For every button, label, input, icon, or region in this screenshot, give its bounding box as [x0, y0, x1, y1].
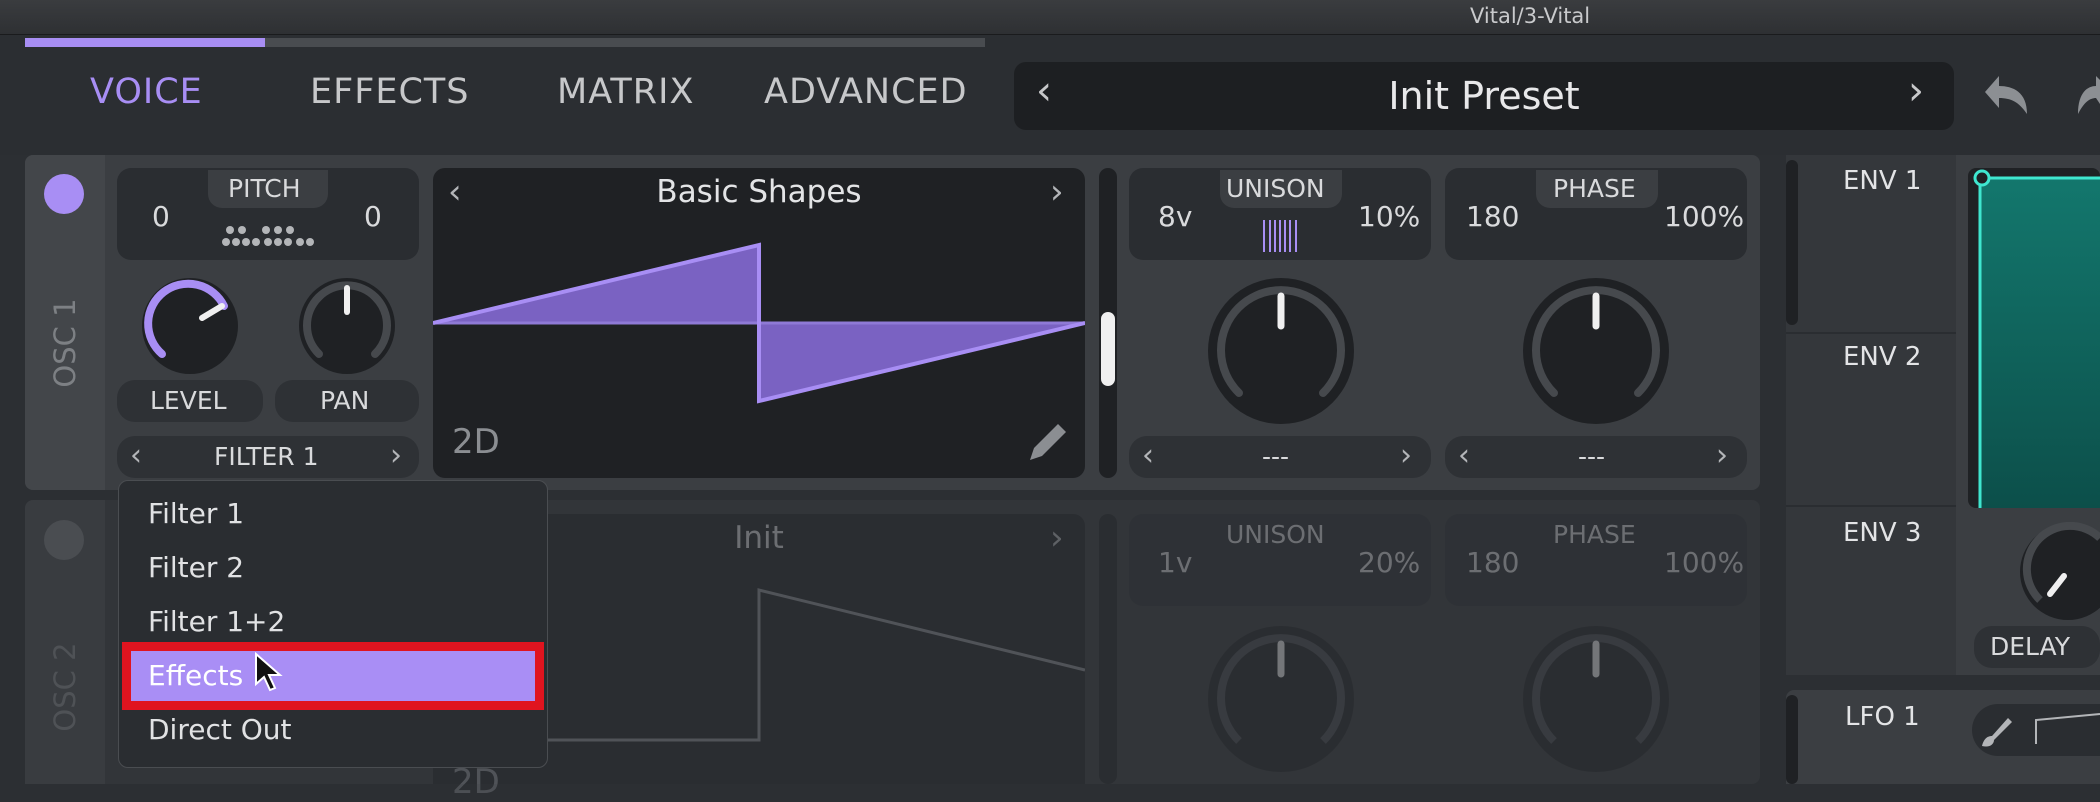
mouse-cursor-icon	[255, 652, 283, 692]
unison-next-icon[interactable]: ›	[1400, 438, 1412, 473]
unison-spread-icon	[1263, 220, 1297, 252]
preset-name[interactable]: Init Preset	[1014, 62, 1954, 130]
redo-icon[interactable]	[2068, 70, 2100, 120]
osc2-wavetable-next-icon[interactable]: ›	[1050, 518, 1064, 558]
osc1-pitch-label: PITCH	[228, 174, 301, 203]
lfo1-selected-marker	[1786, 695, 1798, 784]
osc1-phase-random[interactable]: 100%	[1664, 200, 1744, 233]
osc2-label: OSC 2	[48, 642, 82, 732]
phase-next-icon[interactable]: ›	[1716, 438, 1728, 473]
lfo-shape-icon[interactable]	[2034, 712, 2100, 748]
wavetable-next-icon[interactable]: ›	[1050, 172, 1064, 212]
osc1-pitch-tune[interactable]: 0	[364, 200, 382, 233]
envelope-graph[interactable]	[1968, 168, 2100, 508]
env1-delay-knob[interactable]	[2018, 522, 2100, 622]
route-prev-icon[interactable]: ‹	[130, 438, 142, 473]
phase-prev-icon[interactable]: ‹	[1458, 438, 1470, 473]
env-divider-2	[1786, 505, 1956, 507]
env2-tab[interactable]: ENV 2	[1843, 342, 1921, 372]
osc2-unison-knob[interactable]	[1206, 624, 1356, 774]
osc1-mode-label[interactable]: 2D	[452, 422, 500, 462]
osc2-enable-toggle[interactable]	[44, 520, 84, 560]
osc1-unison-label: UNISON	[1226, 174, 1325, 203]
osc1-label: OSC 1	[48, 298, 82, 388]
env-divider-1	[1786, 332, 1956, 334]
lfo1-tab[interactable]: LFO 1	[1845, 702, 1920, 732]
tab-advanced[interactable]: ADVANCED	[764, 72, 968, 112]
osc2-phase-knob[interactable]	[1521, 624, 1671, 774]
env1-selected-marker	[1786, 160, 1798, 325]
osc1-route-label[interactable]: FILTER 1	[214, 442, 319, 471]
osc1-phase-select-value: ---	[1578, 442, 1606, 471]
osc1-phase-knob[interactable]	[1521, 276, 1671, 426]
osc2-phase-value[interactable]: 180	[1466, 546, 1519, 579]
osc1-phase-label: PHASE	[1553, 174, 1636, 203]
osc1-unison-knob[interactable]	[1206, 276, 1356, 426]
osc2-mode-label[interactable]: 2D	[452, 762, 500, 802]
envelope-tab-column	[1786, 155, 1956, 675]
tab-voice[interactable]: VOICE	[90, 72, 203, 112]
osc2-unison-voices[interactable]: 1v	[1158, 546, 1192, 579]
osc1-unison-select-value: ---	[1262, 442, 1290, 471]
env1-delay-label: DELAY	[1990, 632, 2070, 661]
route-next-icon[interactable]: ›	[390, 438, 402, 473]
edit-pencil-icon[interactable]	[1024, 418, 1072, 466]
osc-scrollbar-thumb[interactable]	[1101, 312, 1115, 386]
page-progress-fill	[25, 38, 265, 47]
keyboard-icon	[222, 226, 314, 246]
osc1-level-label: LEVEL	[150, 386, 227, 415]
dropdown-item-direct-out[interactable]: Direct Out	[148, 713, 292, 746]
window-title: Vital/3-Vital	[1470, 4, 1591, 28]
tab-matrix[interactable]: MATRIX	[557, 72, 694, 112]
env1-tab[interactable]: ENV 1	[1843, 166, 1921, 196]
osc2-unison-label: UNISON	[1226, 520, 1325, 549]
dropdown-item-filter-2[interactable]: Filter 2	[148, 551, 244, 584]
osc2-phase-label: PHASE	[1553, 520, 1636, 549]
osc1-level-knob[interactable]	[140, 276, 240, 376]
osc1-phase-value[interactable]: 180	[1466, 200, 1519, 233]
env3-tab[interactable]: ENV 3	[1843, 518, 1921, 548]
osc2-unison-detune[interactable]: 20%	[1358, 546, 1420, 579]
osc1-pan-knob[interactable]	[297, 276, 397, 376]
osc1-enable-toggle[interactable]	[44, 174, 84, 214]
dropdown-item-filter-1[interactable]: Filter 1	[148, 497, 244, 530]
preset-next-icon[interactable]: ›	[1908, 68, 1924, 114]
tab-effects[interactable]: EFFECTS	[310, 72, 470, 112]
osc1-pan-label: PAN	[320, 386, 370, 415]
undo-icon[interactable]	[1983, 70, 2039, 120]
osc1-waveform	[433, 242, 1085, 404]
osc2-scrollbar-track[interactable]	[1099, 514, 1117, 784]
osc1-unison-detune[interactable]: 10%	[1358, 200, 1420, 233]
title-bar: Vital/3-Vital	[0, 0, 2100, 35]
dropdown-item-filter-1-2[interactable]: Filter 1+2	[148, 605, 285, 638]
dropdown-item-effects[interactable]: Effects	[148, 659, 243, 692]
osc1-pitch-transpose[interactable]: 0	[152, 200, 170, 233]
osc2-phase-random[interactable]: 100%	[1664, 546, 1744, 579]
paint-brush-icon[interactable]	[1978, 710, 2018, 750]
unison-prev-icon[interactable]: ‹	[1142, 438, 1154, 473]
osc1-unison-voices[interactable]: 8v	[1158, 200, 1192, 233]
osc1-wavetable-name[interactable]: Basic Shapes	[433, 174, 1085, 210]
